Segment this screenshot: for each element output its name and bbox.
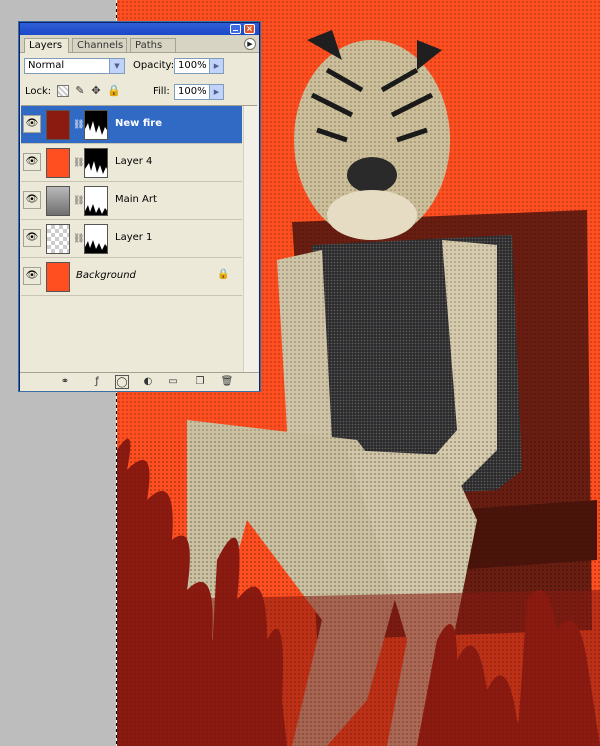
layer-mask-thumbnail[interactable] — [84, 110, 108, 140]
panel-tabs: Layers Channels Paths ▶ — [20, 35, 259, 53]
panel-menu-icon[interactable]: ▶ — [244, 38, 256, 50]
opacity-field[interactable]: 100% ▶ — [174, 58, 224, 74]
layer-mask-thumbnail[interactable] — [84, 148, 108, 178]
blend-mode-value: Normal — [28, 60, 65, 71]
fill-field[interactable]: 100% ▶ — [174, 84, 224, 100]
layer-row-background[interactable]: 👁 Background 🔒 — [21, 258, 242, 296]
layer-name: Background — [76, 270, 136, 281]
add-mask-icon[interactable]: ◯ — [115, 375, 129, 389]
layer-name: Layer 4 — [115, 156, 153, 167]
chevron-down-icon[interactable]: ▼ — [109, 59, 124, 73]
eye-icon[interactable]: 👁 — [23, 229, 41, 247]
chain-link-icon[interactable]: ⛓ — [73, 195, 84, 207]
eye-icon[interactable]: 👁 — [23, 267, 41, 285]
trash-icon[interactable]: 🗑 — [220, 375, 234, 389]
tab-paths[interactable]: Paths — [130, 38, 176, 52]
layer-name: New fire — [115, 118, 162, 129]
layer-thumbnail — [46, 110, 70, 140]
chain-link-icon[interactable]: ⛓ — [73, 157, 84, 169]
adjustment-layer-icon[interactable]: ◐ — [141, 375, 155, 389]
new-layer-icon[interactable]: ❐ — [193, 375, 207, 389]
layer-name: Layer 1 — [115, 232, 153, 243]
lock-position-icon[interactable]: ✥ — [90, 85, 102, 97]
panel-titlebar[interactable]: × — [20, 23, 259, 35]
tab-layers[interactable]: Layers — [24, 38, 69, 53]
layers-scrollbar[interactable] — [243, 106, 258, 372]
eye-icon[interactable]: 👁 — [23, 115, 41, 133]
fill-arrow-icon[interactable]: ▶ — [209, 85, 223, 99]
lock-image-icon[interactable]: ✎ — [74, 85, 86, 97]
lock-transparent-icon[interactable] — [57, 85, 69, 97]
tab-channels[interactable]: Channels — [72, 38, 127, 52]
fill-label: Fill: — [153, 86, 170, 97]
panel-footer: ⚭ ƒ ◯ ◐ ▭ ❐ 🗑 — [20, 372, 259, 391]
layer-thumbnail — [46, 262, 70, 292]
opacity-arrow-icon[interactable]: ▶ — [209, 59, 223, 73]
lock-label: Lock: — [25, 86, 52, 97]
layer-row-new-fire[interactable]: 👁 ⛓ New fire — [21, 106, 242, 144]
chain-link-icon[interactable]: ⛓ — [73, 119, 84, 131]
layer-thumbnail — [46, 148, 70, 178]
layer-row-layer-4[interactable]: 👁 ⛓ Layer 4 — [21, 144, 242, 182]
opacity-value: 100% — [178, 60, 207, 71]
link-layers-icon[interactable]: ⚭ — [58, 375, 72, 389]
fill-value: 100% — [178, 86, 207, 97]
close-icon[interactable]: × — [244, 24, 255, 34]
lock-icon: 🔒 — [217, 269, 230, 280]
layer-style-icon[interactable]: ƒ — [90, 375, 104, 389]
eye-icon[interactable]: 👁 — [23, 153, 41, 171]
layer-name: Main Art — [115, 194, 157, 205]
layers-list: 👁 ⛓ New fire 👁 ⛓ Layer 4 👁 ⛓ Main Art 👁 … — [21, 105, 258, 372]
layers-panel: × Layers Channels Paths ▶ Normal ▼ Opaci… — [19, 22, 260, 391]
layer-thumbnail — [46, 186, 70, 216]
minimize-icon[interactable] — [230, 24, 241, 34]
chain-link-icon[interactable]: ⛓ — [73, 233, 84, 245]
layer-mask-thumbnail[interactable] — [84, 186, 108, 216]
eye-icon[interactable]: 👁 — [23, 191, 41, 209]
layer-row-layer-1[interactable]: 👁 ⛓ Layer 1 — [21, 220, 242, 258]
layer-row-main-art[interactable]: 👁 ⛓ Main Art — [21, 182, 242, 220]
layer-mask-thumbnail[interactable] — [84, 224, 108, 254]
blend-mode-select[interactable]: Normal ▼ — [24, 58, 125, 74]
layer-thumbnail — [46, 224, 70, 254]
opacity-label: Opacity: — [133, 60, 175, 71]
lock-all-icon[interactable]: 🔒 — [107, 85, 121, 97]
new-group-icon[interactable]: ▭ — [166, 375, 180, 389]
